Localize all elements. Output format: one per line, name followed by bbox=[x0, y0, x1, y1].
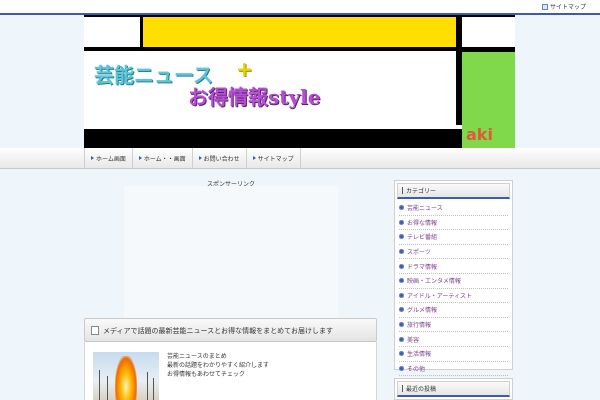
bullet-icon bbox=[399, 351, 404, 357]
banner-divider bbox=[140, 15, 143, 51]
banner-divider bbox=[84, 47, 462, 51]
banner-title-line2: お得情報style bbox=[188, 85, 321, 109]
nav-item[interactable]: サイトマップ bbox=[247, 148, 301, 168]
banner-top-line bbox=[84, 15, 515, 17]
post-text-line: お得情報もあわせてチェック bbox=[167, 371, 246, 378]
category-item[interactable]: その他 bbox=[399, 362, 508, 377]
bullet-icon bbox=[399, 365, 404, 371]
category-item[interactable]: スポーツ bbox=[399, 245, 508, 260]
sidebar-category-widget: カテゴリー 芸能ニュース お得な情報 テレビ番組 スポーツ ドラマ情報 映画・エ… bbox=[394, 180, 513, 377]
category-item[interactable]: ドラマ情報 bbox=[399, 259, 508, 274]
banner-bottom-bar bbox=[84, 129, 456, 148]
banner-corner-text: aki bbox=[466, 125, 493, 144]
widget-title: カテゴリー bbox=[406, 188, 437, 195]
fire-image bbox=[115, 356, 137, 400]
bullet-icon bbox=[399, 219, 404, 225]
bullet-icon bbox=[399, 263, 404, 269]
sidebar-recent-widget: 最近の投稿 bbox=[394, 378, 513, 400]
nav-item[interactable]: ホーム・・画面 bbox=[133, 148, 193, 168]
bullet-icon bbox=[399, 336, 404, 342]
header-banner[interactable]: 芸能ニュース + お得情報style aki bbox=[84, 15, 515, 148]
widget-title: 最近の投稿 bbox=[406, 386, 437, 393]
ad-area[interactable] bbox=[124, 186, 338, 318]
category-item[interactable]: 映画・エンタメ情報 bbox=[399, 274, 508, 289]
bullet-icon bbox=[399, 234, 404, 240]
nav-item-label: お問い合わせ bbox=[203, 155, 240, 163]
category-item[interactable]: 生活情報 bbox=[399, 347, 508, 362]
category-item[interactable]: アイドル・アーティスト bbox=[399, 289, 508, 304]
nav-item-label: ホーム・・画面 bbox=[143, 155, 186, 163]
triangle-right-icon bbox=[91, 156, 94, 160]
heading-mark-icon bbox=[402, 385, 403, 392]
post-text-line: 最新の話題をわかりやすく紹介します bbox=[167, 362, 270, 369]
sitemap-label: サイトマップ bbox=[549, 4, 586, 11]
triangle-right-icon bbox=[252, 156, 256, 160]
post-header: メディアで話題の最新芸能ニュースとお得な情報をまとめてお届けします bbox=[84, 318, 377, 342]
post-title[interactable]: メディアで話題の最新芸能ニュースとお得な情報をまとめてお届けします bbox=[103, 326, 333, 336]
heading-mark-icon bbox=[402, 187, 403, 194]
category-item[interactable]: 芸能ニュース bbox=[399, 201, 508, 216]
category-item[interactable]: お得な情報 bbox=[399, 216, 508, 231]
nav-item[interactable]: お問い合わせ bbox=[193, 148, 247, 168]
bullet-icon bbox=[399, 249, 404, 255]
sitemap-icon bbox=[541, 3, 548, 10]
banner-yellow-block bbox=[142, 15, 456, 47]
widget-header: 最近の投稿 bbox=[397, 381, 510, 397]
bullet-icon bbox=[399, 307, 404, 313]
post-body: 芸能ニュースのまとめ 最新の話題をわかりやすく紹介します お得情報もあわせてチェ… bbox=[84, 342, 377, 400]
nav-item-label: サイトマップ bbox=[257, 155, 294, 163]
document-icon bbox=[91, 326, 99, 335]
post-thumbnail[interactable] bbox=[93, 352, 159, 400]
category-item[interactable]: 旅行情報 bbox=[399, 318, 508, 333]
triangle-right-icon bbox=[138, 156, 142, 160]
bullet-icon bbox=[399, 322, 404, 328]
post-text-line: 芸能ニュースのまとめ bbox=[167, 353, 227, 360]
category-item[interactable]: グルメ情報 bbox=[399, 303, 508, 318]
sitemap-link[interactable]: サイトマップ bbox=[541, 2, 586, 11]
widget-header: カテゴリー bbox=[397, 183, 510, 199]
top-bar: サイトマップ bbox=[0, 0, 600, 15]
bullet-icon bbox=[399, 292, 404, 298]
global-nav: ホーム画面 ホーム・・画面 お問い合わせ サイトマップ bbox=[0, 148, 600, 169]
triangle-right-icon bbox=[198, 156, 202, 160]
category-item[interactable]: テレビ番組 bbox=[399, 230, 508, 245]
nav-item-label: ホーム画面 bbox=[96, 155, 126, 163]
banner-plus: + bbox=[236, 57, 253, 81]
nav-item[interactable]: ホーム画面 bbox=[84, 148, 133, 168]
bullet-icon bbox=[399, 205, 404, 211]
category-item[interactable]: 美容 bbox=[399, 332, 508, 347]
bullet-icon bbox=[399, 278, 404, 284]
